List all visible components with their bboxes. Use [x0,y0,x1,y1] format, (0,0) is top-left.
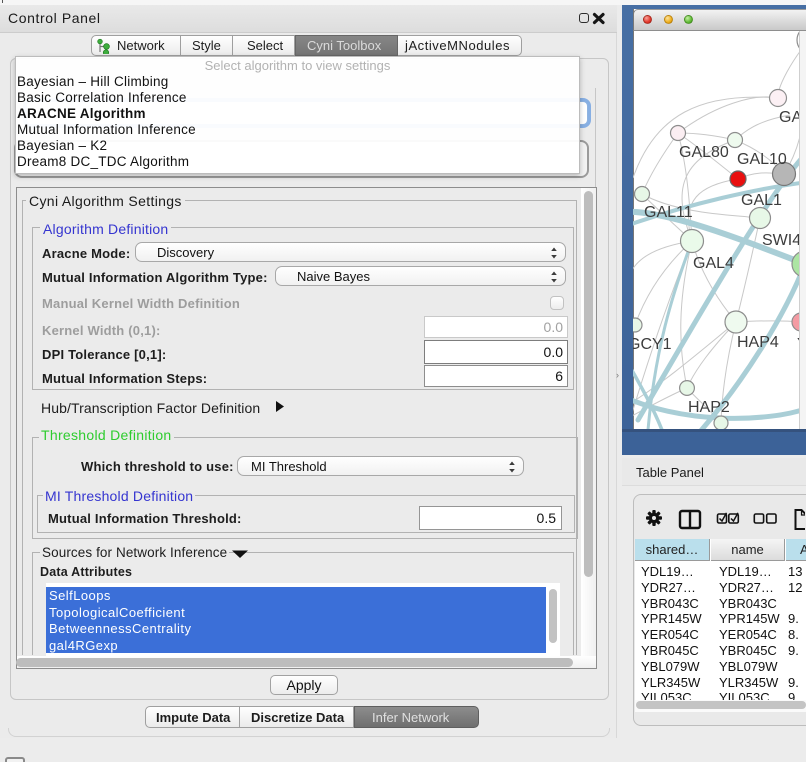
svg-text:GAL80: GAL80 [679,144,729,161]
svg-text:GAL1: GAL1 [741,192,782,209]
svg-text:GAL10: GAL10 [737,151,787,168]
svg-text:HAP4: HAP4 [737,334,779,351]
svg-text:GAL4: GAL4 [693,255,734,272]
svg-text:GAL11: GAL11 [644,204,693,221]
svg-text:HAP2: HAP2 [688,399,730,416]
svg-text:GCY1: GCY1 [633,336,672,353]
svg-text:SWI4: SWI4 [762,232,801,249]
